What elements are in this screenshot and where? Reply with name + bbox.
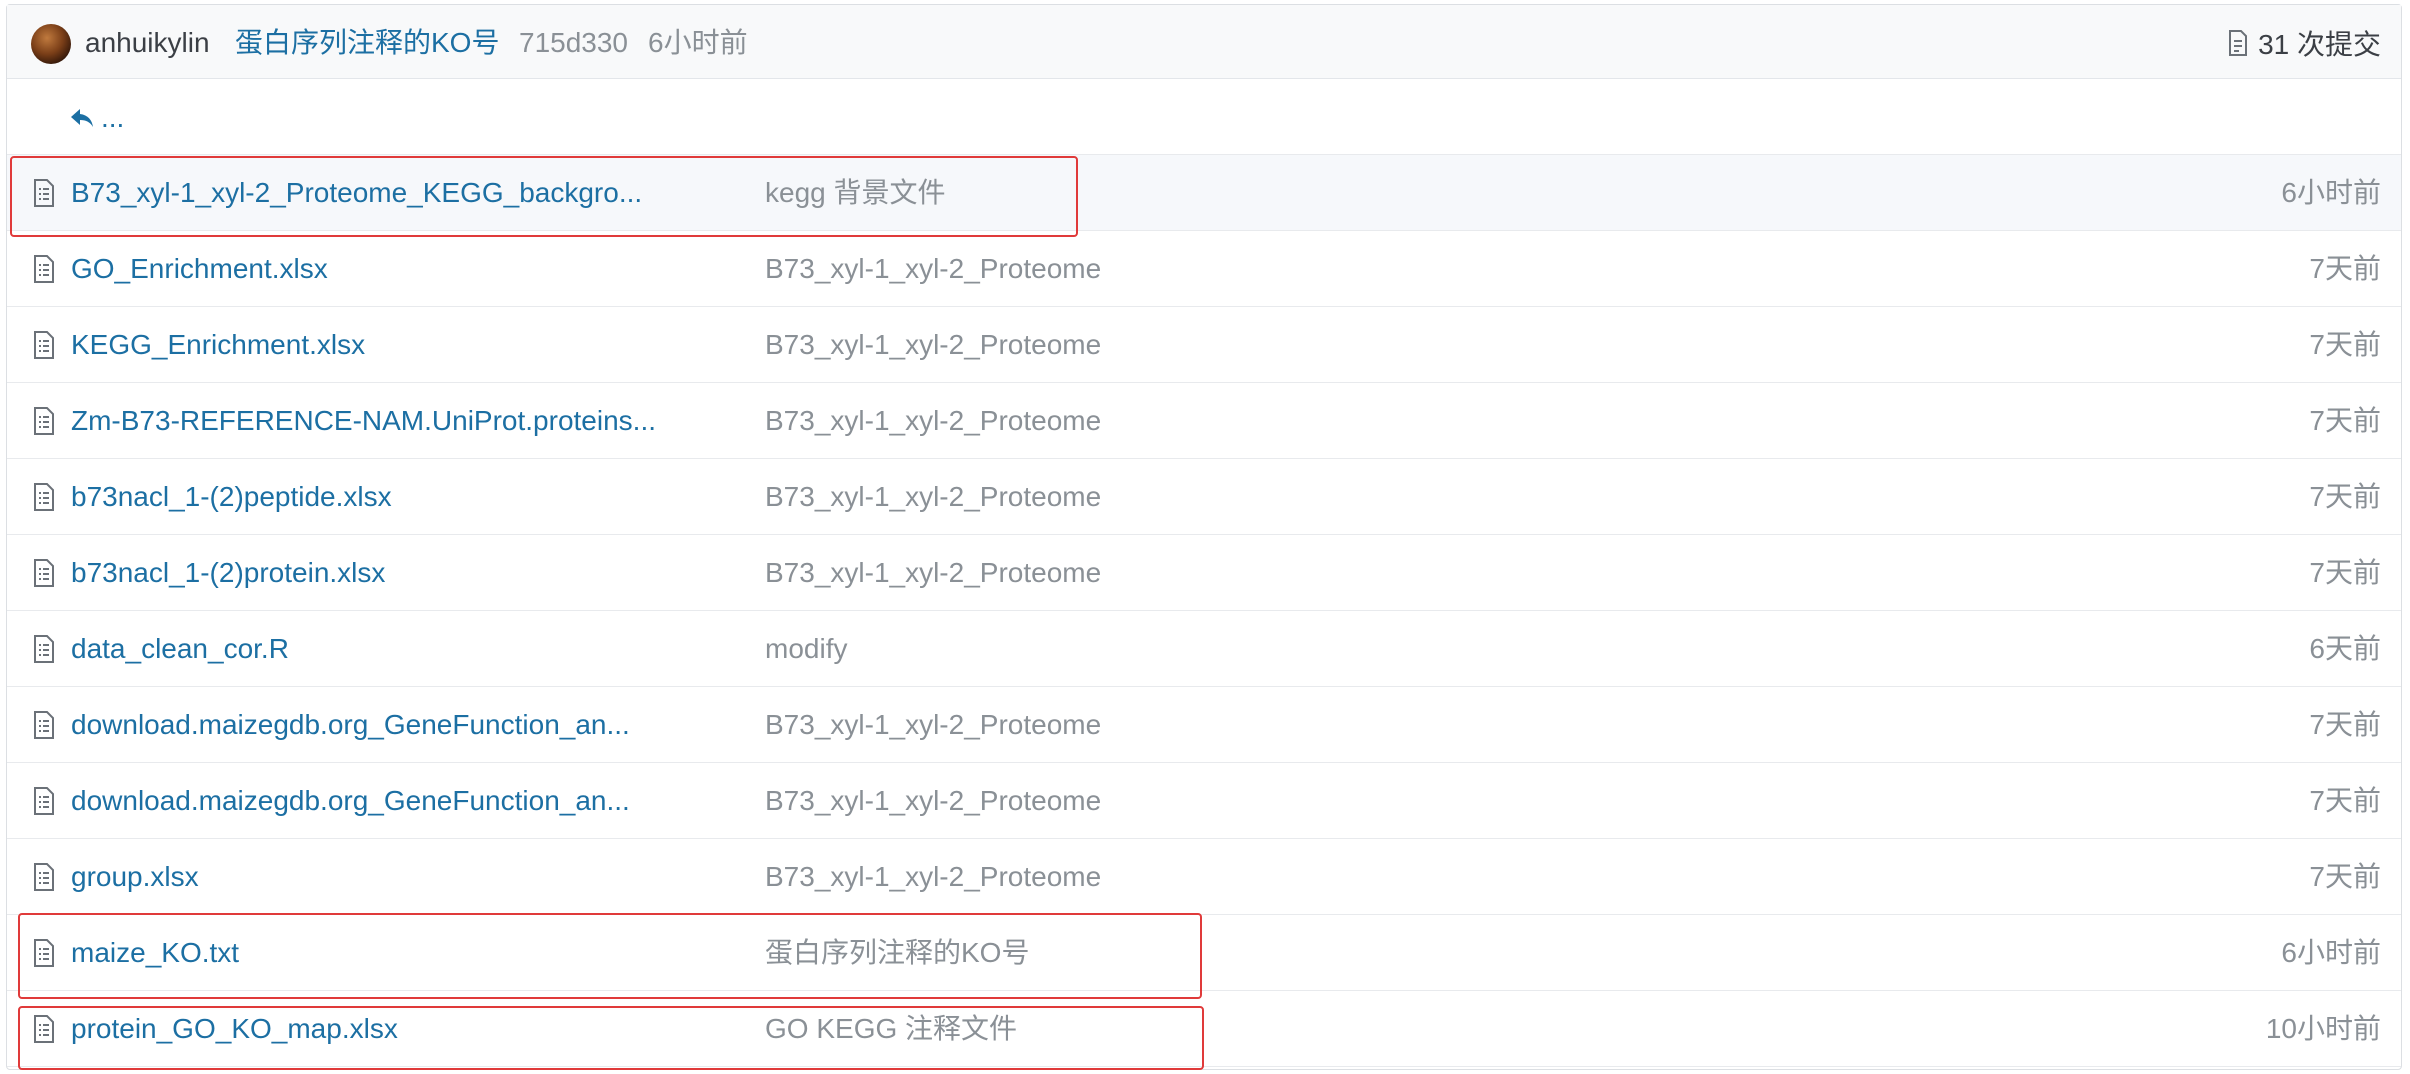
file-commit-time: 7天前	[2309, 253, 2381, 284]
avatar[interactable]	[31, 24, 71, 64]
file-commit-time: 7天前	[2309, 785, 2381, 816]
reply-arrow-icon	[71, 109, 93, 127]
file-commit-message-link[interactable]: B73_xyl-1_xyl-2_Proteome	[765, 553, 1101, 593]
file-commit-message-link[interactable]: B73_xyl-1_xyl-2_Proteome	[765, 857, 1101, 897]
file-name-link[interactable]: maize_KO.txt	[71, 933, 239, 973]
file-name-link[interactable]: data_clean_cor.R	[71, 629, 289, 669]
file-row[interactable]: B73_xyl-1_xyl-2_Proteome_KEGG_backgro...…	[7, 155, 2401, 231]
file-commit-time: 7天前	[2309, 709, 2381, 740]
latest-commit-bar: anhuikylin 蛋白序列注释的KO号 715d330 6小时前 31 次提…	[7, 5, 2401, 79]
file-text-icon	[34, 1015, 54, 1043]
file-commit-message-link[interactable]: B73_xyl-1_xyl-2_Proteome	[765, 249, 1101, 289]
file-commit-time: 6小时前	[2281, 937, 2381, 968]
file-commit-time: 6天前	[2309, 633, 2381, 664]
commit-message-link[interactable]: 蛋白序列注释的KO号	[235, 23, 499, 63]
file-commit-time: 6小时前	[2281, 177, 2381, 208]
file-commit-message-link[interactable]: kegg 背景文件	[765, 173, 946, 213]
file-text-icon	[34, 179, 54, 207]
file-commit-message-link[interactable]: 蛋白序列注释的KO号	[765, 933, 1029, 973]
file-commit-message-link[interactable]: modify	[765, 629, 847, 669]
file-text-icon	[34, 483, 54, 511]
file-commit-message-link[interactable]: B73_xyl-1_xyl-2_Proteome	[765, 477, 1101, 517]
file-name-link[interactable]: download.maizegdb.org_GeneFunction_an...	[71, 781, 630, 821]
file-name-link[interactable]: b73nacl_1-(2)peptide.xlsx	[71, 477, 392, 517]
file-commit-time: 7天前	[2309, 329, 2381, 360]
file-row[interactable]: GO_Enrichment.xlsx B73_xyl-1_xyl-2_Proteo…	[7, 231, 2401, 307]
commits-count-label: 31 次提交	[2258, 29, 2381, 60]
file-row[interactable]: download.maizegdb.org_GeneFunction_an...…	[7, 687, 2401, 763]
file-row[interactable]: protein_GO_KO_map.xlsx GO KEGG 注释文件 10小时前	[7, 991, 2401, 1067]
file-commit-message-link[interactable]: B73_xyl-1_xyl-2_Proteome	[765, 325, 1101, 365]
file-commit-time: 7天前	[2309, 861, 2381, 892]
file-name-link[interactable]: download.maizegdb.org_GeneFunction_an...	[71, 705, 630, 745]
file-row[interactable]: maize_KO.txt 蛋白序列注释的KO号 6小时前	[7, 915, 2401, 991]
file-commit-message-link[interactable]: GO KEGG 注释文件	[765, 1009, 1017, 1049]
commit-time: 6小时前	[648, 27, 748, 58]
file-row[interactable]: data_clean_cor.R modify 6天前	[7, 611, 2401, 687]
file-text-icon	[34, 331, 54, 359]
file-name-link[interactable]: B73_xyl-1_xyl-2_Proteome_KEGG_backgro...	[71, 173, 642, 213]
file-name-link[interactable]: b73nacl_1-(2)protein.xlsx	[71, 553, 385, 593]
file-name-link[interactable]: Zm-B73-REFERENCE-NAM.UniProt.proteins...	[71, 401, 656, 441]
file-commit-time: 7天前	[2309, 481, 2381, 512]
file-name-link[interactable]: KEGG_Enrichment.xlsx	[71, 325, 365, 365]
parent-directory-row[interactable]: ...	[7, 79, 2401, 155]
parent-directory-link[interactable]: ...	[101, 103, 124, 133]
file-row[interactable]: KEGG_Enrichment.xlsx B73_xyl-1_xyl-2_Prot…	[7, 307, 2401, 383]
file-commit-time: 7天前	[2309, 557, 2381, 588]
file-text-icon	[34, 255, 54, 283]
file-browser-panel: anhuikylin 蛋白序列注释的KO号 715d330 6小时前 31 次提…	[6, 4, 2402, 1070]
file-text-icon	[34, 635, 54, 663]
file-text-icon	[34, 559, 54, 587]
commit-sha[interactable]: 715d330	[519, 23, 628, 63]
file-commit-message-link[interactable]: B73_xyl-1_xyl-2_Proteome	[765, 401, 1101, 441]
file-row[interactable]: Zm-B73-REFERENCE-NAM.UniProt.proteins...…	[7, 383, 2401, 459]
file-text-icon	[34, 407, 54, 435]
file-text-icon	[34, 787, 54, 815]
file-row[interactable]: b73nacl_1-(2)peptide.xlsx B73_xyl-1_xyl-2…	[7, 459, 2401, 535]
file-commit-message-link[interactable]: B73_xyl-1_xyl-2_Proteome	[765, 781, 1101, 821]
file-row[interactable]: download.maizegdb.org_GeneFunction_an...…	[7, 763, 2401, 839]
file-name-link[interactable]: group.xlsx	[71, 857, 199, 897]
file-text-icon	[34, 939, 54, 967]
document-icon	[2229, 30, 2248, 56]
file-text-icon	[34, 711, 54, 739]
file-text-icon	[34, 863, 54, 891]
file-name-link[interactable]: GO_Enrichment.xlsx	[71, 249, 328, 289]
commits-count-link[interactable]: 31 次提交	[2228, 23, 2381, 63]
file-row[interactable]: b73nacl_1-(2)protein.xlsx B73_xyl-1_xyl-2…	[7, 535, 2401, 611]
file-row[interactable]: group.xlsx B73_xyl-1_xyl-2_Proteome 7天前	[7, 839, 2401, 915]
file-commit-message-link[interactable]: B73_xyl-1_xyl-2_Proteome	[765, 705, 1101, 745]
file-commit-time: 7天前	[2309, 405, 2381, 436]
file-commit-time: 10小时前	[2265, 1013, 2381, 1044]
commit-author[interactable]: anhuikylin	[85, 23, 210, 63]
file-name-link[interactable]: protein_GO_KO_map.xlsx	[71, 1009, 398, 1049]
